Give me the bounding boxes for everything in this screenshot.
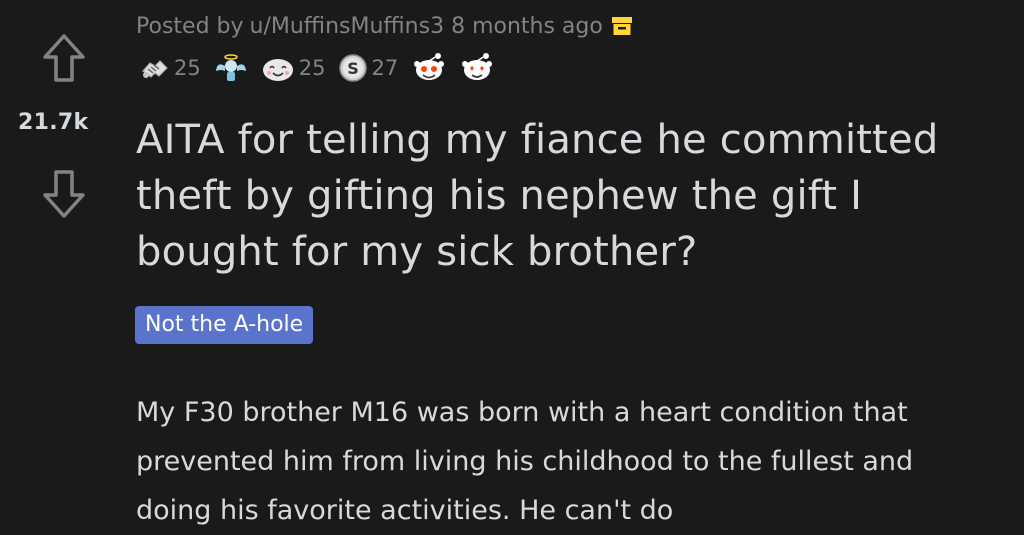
award-count: 25 bbox=[174, 56, 201, 80]
handshake-award-icon bbox=[142, 60, 168, 78]
post-title[interactable]: AITA for telling my fiance he committed … bbox=[136, 112, 1016, 280]
award-item[interactable]: S 27 bbox=[339, 54, 398, 82]
author-link[interactable]: u/MuffinsMuffins3 bbox=[250, 14, 445, 39]
post-timestamp[interactable]: 8 months ago bbox=[451, 14, 603, 39]
award-item[interactable] bbox=[215, 53, 247, 83]
vote-column: 21.7k bbox=[0, 0, 130, 535]
svg-text:S: S bbox=[348, 59, 360, 78]
awards-row[interactable]: 25 25 S 27 bbox=[140, 48, 508, 88]
posted-by-label: Posted by bbox=[136, 13, 244, 39]
award-item[interactable] bbox=[460, 51, 494, 85]
vote-score: 21.7k bbox=[18, 110, 89, 135]
award-item[interactable]: 25 bbox=[140, 53, 201, 83]
post-flair[interactable]: Not the A-hole bbox=[135, 306, 314, 344]
upvote-button[interactable] bbox=[38, 32, 90, 84]
wholesome-face-award-icon bbox=[262, 59, 293, 81]
post-card: 21.7k Posted by u/MuffinsMuffins3 8 mont… bbox=[0, 0, 1024, 535]
award-item[interactable]: 25 bbox=[261, 53, 326, 83]
post-meta: Posted by u/MuffinsMuffins3 8 months ago bbox=[136, 6, 633, 46]
award-count: 27 bbox=[371, 56, 399, 80]
post-body: My F30 brother M16 was born with a heart… bbox=[136, 397, 914, 526]
upvote-arrow-icon bbox=[43, 34, 85, 82]
archive-icon bbox=[611, 15, 633, 37]
downvote-button[interactable] bbox=[38, 168, 90, 220]
silver-coin-award-icon: S bbox=[339, 54, 368, 82]
angel-wings-award-icon bbox=[215, 54, 246, 81]
award-item[interactable] bbox=[412, 51, 446, 85]
snoo-excited-award-icon bbox=[414, 53, 445, 80]
award-count: 25 bbox=[298, 56, 326, 80]
downvote-arrow-icon bbox=[43, 170, 85, 218]
snoo-hearts-award-icon bbox=[462, 53, 493, 80]
